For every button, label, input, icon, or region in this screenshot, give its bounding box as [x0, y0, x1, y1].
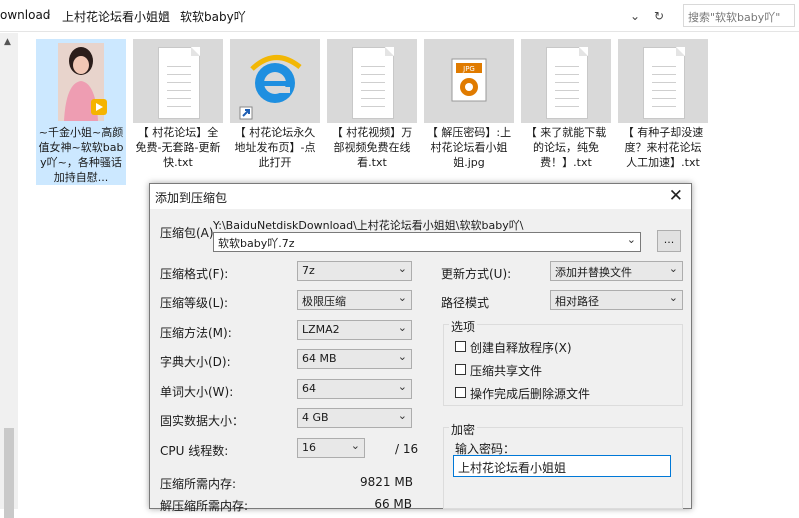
- solid-size-label: 固实数据大小：: [160, 414, 245, 428]
- chevron-down-icon[interactable]: ⌄: [624, 6, 646, 26]
- level-value: 极限压缩: [302, 295, 346, 308]
- sfx-label: 创建自释放程序(X): [470, 341, 572, 355]
- close-icon[interactable]: ✕: [669, 186, 683, 206]
- breadcrumb-download[interactable]: ownload: [0, 8, 50, 22]
- dialog-title-bar: 添加到压缩包 ✕: [150, 184, 691, 209]
- chevron-down-icon: ⌄: [668, 291, 678, 304]
- archive-name-value: 软软baby吖.7z: [218, 237, 295, 250]
- archive-label: 压缩包(A): [160, 226, 214, 240]
- file-name: ~千金小姐~高颜值女神~软软baby吖~，各种骚话加持自慰...: [38, 126, 124, 184]
- chevron-down-icon: ⌄: [397, 409, 407, 422]
- encryption-title: 加密: [449, 421, 478, 438]
- scroll-up-icon[interactable]: ▲: [4, 37, 11, 47]
- format-label: 压缩格式(F):: [160, 267, 229, 281]
- file-item[interactable]: JPG 【 解压密码】:上村花论坛看小姐姐.jpg: [424, 39, 514, 185]
- word-size-select[interactable]: 64 ⌄: [297, 379, 412, 399]
- chevron-down-icon: ⌄: [397, 350, 407, 363]
- file-name: 【 有种子却没速度？来村花论坛人工加速】.txt: [622, 126, 704, 169]
- format-value: 7z: [302, 264, 315, 277]
- archive-path: Y:\BaiduNetdiskDownload\上村花论坛看小姐姐\软软baby…: [213, 219, 524, 232]
- breadcrumb-folder[interactable]: 上村花论坛看小姐姐: [62, 8, 170, 25]
- breadcrumb-separator-icon: ›: [46, 7, 51, 21]
- chevron-down-icon: ⌄: [397, 262, 407, 275]
- scrollbar-thumb[interactable]: [4, 428, 14, 518]
- compress-memory-label: 压缩所需内存:: [160, 477, 237, 491]
- path-mode-select[interactable]: 相对路径 ⌄: [550, 290, 683, 310]
- file-item[interactable]: ~千金小姐~高颜值女神~软软baby吖~，各种骚话加持自慰...: [36, 39, 126, 185]
- word-size-label: 单词大小(W):: [160, 385, 234, 399]
- path-mode-label: 路径模式: [441, 296, 490, 310]
- cpu-threads-total: / 16: [395, 442, 419, 456]
- file-item[interactable]: 【 村花论坛永久地址发布页】-点此打开: [230, 39, 320, 185]
- svg-text:JPG: JPG: [462, 65, 475, 73]
- text-file-icon: [133, 39, 223, 123]
- file-item[interactable]: 【 有种子却没速度？来村花论坛人工加速】.txt: [618, 39, 708, 185]
- ie-shortcut-icon: [230, 39, 320, 123]
- cpu-threads-value: 16: [302, 441, 316, 454]
- add-to-archive-dialog: 添加到压缩包 ✕ 压缩包(A) Y:\BaiduNetdiskDownload\…: [149, 183, 692, 513]
- level-select[interactable]: 极限压缩 ⌄: [297, 290, 412, 310]
- text-file-icon: [521, 39, 611, 123]
- text-file-icon: [618, 39, 708, 123]
- cpu-threads-label: CPU 线程数:: [160, 444, 229, 458]
- vertical-scrollbar[interactable]: ▲: [0, 33, 18, 518]
- video-thumbnail: [36, 39, 126, 123]
- path-mode-value: 相对路径: [555, 295, 599, 308]
- address-bar: ownload › 上村花论坛看小姐姐 › 软软baby吖 ⌄ ↻ 搜索"软软b…: [0, 0, 799, 32]
- format-select[interactable]: 7z ⌄: [297, 261, 412, 281]
- chevron-down-icon[interactable]: ⌄: [627, 233, 636, 246]
- chevron-down-icon: ⌄: [397, 291, 407, 304]
- archive-name-combo[interactable]: 软软baby吖.7z ⌄: [213, 232, 641, 252]
- sfx-checkbox[interactable]: [455, 341, 466, 352]
- file-name: 【 解压密码】:上村花论坛看小姐姐.jpg: [426, 126, 512, 169]
- chevron-down-icon: ⌄: [668, 262, 678, 275]
- file-item[interactable]: 【 村花视频】万部视频免费在线看.txt: [327, 39, 417, 185]
- update-mode-label: 更新方式(U):: [441, 267, 512, 281]
- word-size-value: 64: [302, 382, 316, 395]
- file-name: 【 来了就能下载的论坛，纯免费！】.txt: [525, 126, 607, 169]
- update-mode-select[interactable]: 添加并替换文件 ⌄: [550, 261, 683, 281]
- method-value: LZMA2: [302, 323, 340, 336]
- file-name: 【 村花论坛】全免费-无套路-更新快.txt: [135, 126, 221, 169]
- shared-files-checkbox[interactable]: [455, 364, 466, 375]
- jpg-file-icon: JPG: [424, 39, 514, 123]
- text-file-icon: [327, 39, 417, 123]
- password-input[interactable]: 上村花论坛看小姐姐: [453, 455, 671, 477]
- browse-button[interactable]: ...: [657, 230, 681, 252]
- update-mode-value: 添加并替换文件: [555, 266, 632, 279]
- file-name: 【 村花论坛永久地址发布页】-点此打开: [234, 126, 316, 169]
- dictionary-value: 64 MB: [302, 352, 337, 365]
- refresh-icon[interactable]: ↻: [648, 6, 670, 26]
- video-thumbnail-image: [58, 43, 107, 121]
- file-name: 【 村花视频】万部视频免费在线看.txt: [331, 126, 413, 169]
- delete-after-checkbox[interactable]: [455, 387, 466, 398]
- delete-after-label: 操作完成后删除源文件: [470, 387, 591, 401]
- search-input[interactable]: 搜索"软软baby吖": [683, 4, 795, 27]
- method-select[interactable]: LZMA2 ⌄: [297, 320, 412, 340]
- dictionary-label: 字典大小(D):: [160, 355, 231, 369]
- breadcrumb-separator-icon: ›: [164, 7, 169, 21]
- options-title: 选项: [449, 318, 478, 335]
- chevron-down-icon: ⌄: [350, 439, 360, 452]
- compress-memory-value: 9821 MB: [360, 475, 413, 489]
- level-label: 压缩等级(L):: [160, 296, 229, 310]
- chevron-down-icon: ⌄: [397, 380, 407, 393]
- chevron-down-icon: ⌄: [397, 321, 407, 334]
- decompress-memory-label: 解压缩所需内存:: [160, 499, 249, 513]
- dialog-title: 添加到压缩包: [155, 191, 228, 205]
- file-item[interactable]: 【 来了就能下载的论坛，纯免费！】.txt: [521, 39, 611, 185]
- dictionary-select[interactable]: 64 MB ⌄: [297, 349, 412, 369]
- solid-size-value: 4 GB: [302, 411, 329, 424]
- cpu-threads-select[interactable]: 16 ⌄: [297, 438, 365, 458]
- method-label: 压缩方法(M):: [160, 326, 232, 340]
- breadcrumb-current[interactable]: 软软baby吖: [180, 8, 246, 25]
- file-item[interactable]: 【 村花论坛】全免费-无套路-更新快.txt: [133, 39, 223, 185]
- solid-size-select[interactable]: 4 GB ⌄: [297, 408, 412, 428]
- shared-files-label: 压缩共享文件: [470, 364, 543, 378]
